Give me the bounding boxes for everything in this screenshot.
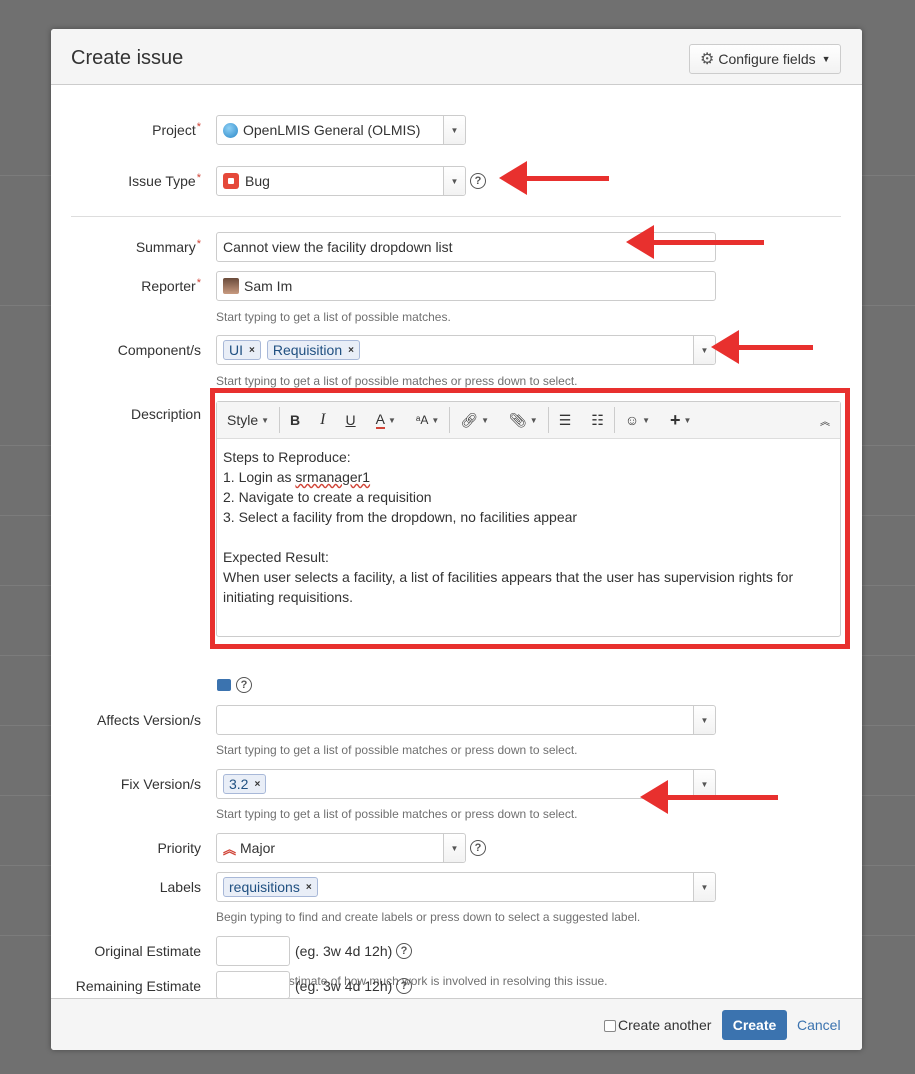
original-estimate-input[interactable] <box>216 936 290 966</box>
original-estimate-example: (eg. 3w 4d 12h) <box>295 943 393 959</box>
avatar <box>223 278 239 294</box>
reporter-label: Reporter* <box>141 277 201 294</box>
annotation-box <box>210 388 850 649</box>
chevron-down-icon: ▼ <box>821 54 831 64</box>
annotation-arrow <box>499 161 609 195</box>
project-select[interactable]: OpenLMIS General (OLMIS) ▼ <box>216 115 466 145</box>
components-hint: Start typing to get a list of possible m… <box>216 374 578 388</box>
component-tag[interactable]: Requisition × <box>266 340 360 360</box>
configure-fields-label: Configure fields <box>718 51 816 67</box>
remove-icon[interactable]: × <box>348 345 354 356</box>
reporter-value: Sam Im <box>244 278 293 294</box>
create-another-label[interactable]: Create another <box>618 1017 711 1033</box>
annotation-arrow <box>711 330 813 364</box>
components-label: Component/s <box>117 342 201 358</box>
remove-icon[interactable]: × <box>306 882 312 893</box>
labels-input[interactable]: requisitions × ▼ <box>216 872 716 902</box>
chevron-down-icon[interactable]: ▼ <box>693 873 715 901</box>
fix-version-hint: Start typing to get a list of possible m… <box>216 807 578 821</box>
reporter-hint: Start typing to get a list of possible m… <box>216 310 451 324</box>
wiki-markup-icon[interactable] <box>217 679 231 691</box>
dialog-footer: Create another Create Cancel <box>51 998 862 1050</box>
project-label: Project* <box>152 121 201 138</box>
create-another-checkbox[interactable] <box>604 1020 616 1032</box>
priority-value: Major <box>240 840 276 856</box>
priority-major-icon: ︽ <box>223 841 236 857</box>
remaining-estimate-input[interactable] <box>216 971 290 999</box>
configure-fields-button[interactable]: ⚙ Configure fields ▼ <box>689 44 841 74</box>
remove-icon[interactable]: × <box>254 779 260 790</box>
label-tag[interactable]: requisitions × <box>223 877 318 897</box>
remaining-estimate-label: Remaining Estimate <box>75 978 201 994</box>
chevron-down-icon[interactable]: ▼ <box>693 706 715 734</box>
components-input[interactable]: UI × Requisition × ▼ <box>216 335 716 365</box>
chevron-down-icon[interactable]: ▼ <box>693 770 715 798</box>
issue-type-value: Bug <box>245 173 270 189</box>
summary-label: Summary* <box>135 238 201 255</box>
project-value: OpenLMIS General (OLMIS) <box>243 122 421 138</box>
section-divider <box>71 216 841 217</box>
remaining-estimate-example: (eg. 3w 4d 12h) <box>295 978 393 994</box>
help-icon[interactable]: ? <box>470 173 486 189</box>
cancel-link[interactable]: Cancel <box>797 1017 841 1033</box>
priority-select[interactable]: ︽ Major ▼ <box>216 833 466 863</box>
chevron-down-icon[interactable]: ▼ <box>443 834 465 862</box>
gear-icon: ⚙ <box>700 51 715 68</box>
chevron-down-icon[interactable]: ▼ <box>443 167 465 195</box>
help-icon[interactable]: ? <box>470 840 486 856</box>
summary-value: Cannot view the facility dropdown list <box>223 239 453 255</box>
help-icon[interactable]: ? <box>396 978 412 994</box>
version-tag[interactable]: 3.2 × <box>223 774 267 794</box>
affects-version-label: Affects Version/s <box>96 712 201 728</box>
issue-type-label: Issue Type* <box>128 172 201 189</box>
help-icon[interactable]: ? <box>236 677 252 693</box>
dialog-header: Create issue ⚙ Configure fields ▼ <box>51 29 862 85</box>
help-icon[interactable]: ? <box>396 943 412 959</box>
remove-icon[interactable]: × <box>249 345 255 356</box>
affects-version-input[interactable]: ▼ <box>216 705 716 735</box>
dialog-title: Create issue <box>71 47 184 69</box>
affects-version-hint: Start typing to get a list of possible m… <box>216 743 578 757</box>
bug-icon <box>223 173 239 189</box>
labels-label: Labels <box>159 879 201 895</box>
issue-type-select[interactable]: Bug ▼ <box>216 166 466 196</box>
chevron-down-icon[interactable]: ▼ <box>443 116 465 144</box>
original-estimate-label: Original Estimate <box>94 943 201 959</box>
annotation-arrow <box>626 225 764 259</box>
fix-version-label: Fix Version/s <box>120 776 201 792</box>
component-tag[interactable]: UI × <box>223 340 261 360</box>
labels-hint: Begin typing to find and create labels o… <box>216 910 641 924</box>
annotation-arrow <box>640 780 778 814</box>
description-label: Description <box>130 406 201 422</box>
priority-label: Priority <box>157 840 201 856</box>
project-globe-icon <box>223 122 238 138</box>
reporter-input[interactable]: Sam Im <box>216 271 716 301</box>
create-button[interactable]: Create <box>722 1010 787 1040</box>
